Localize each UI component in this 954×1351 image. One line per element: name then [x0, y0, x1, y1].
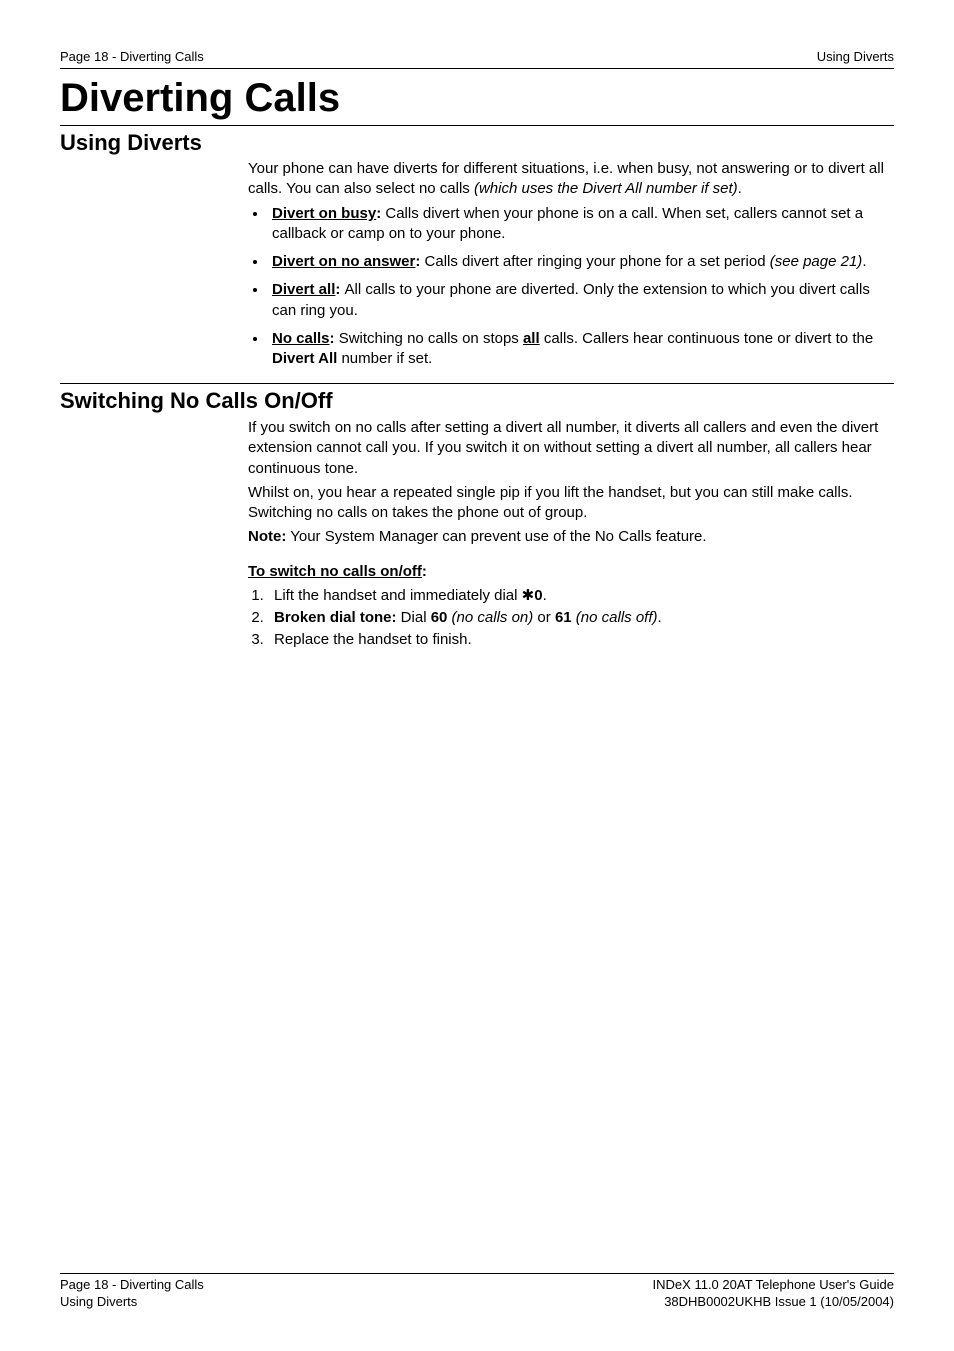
bullet-head: Divert on busy	[272, 205, 376, 222]
page-footer: Page 18 - Diverting Calls Using Diverts …	[60, 1273, 894, 1311]
bullet-divert-all: Divert all: All calls to your phone are …	[268, 280, 894, 321]
bullet-text: All calls to your phone are diverted. On…	[272, 281, 870, 318]
section2-para2: Whilst on, you hear a repeated single pi…	[248, 483, 894, 524]
section-heading-using-diverts: Using Diverts	[60, 128, 894, 158]
step2-em2: (no calls off)	[572, 609, 658, 626]
step1-post: .	[543, 587, 547, 604]
bullet-text-em: (see page 21)	[770, 253, 863, 270]
header-right: Using Diverts	[817, 48, 894, 66]
header-left: Page 18 - Diverting Calls	[60, 48, 204, 66]
bullet-divert-all-word: Divert All	[272, 350, 337, 367]
bullet-divert-on-no-answer: Divert on no answer: Calls divert after …	[268, 252, 894, 272]
step2-b1: Broken dial tone:	[274, 609, 397, 626]
page-header: Page 18 - Diverting Calls Using Diverts	[60, 48, 894, 69]
procedure-heading: To switch no calls on/off:	[248, 562, 894, 582]
bullet-colon: :	[376, 205, 385, 222]
section1-bullets: Divert on busy: Calls divert when your p…	[268, 204, 894, 370]
step2-b2: 60	[431, 609, 448, 626]
bullet-no-calls: No calls: Switching no calls on stops al…	[268, 329, 894, 370]
step-3: Replace the handset to finish.	[268, 630, 894, 650]
note-label: Note:	[248, 528, 286, 545]
footer-left-line1: Page 18 - Diverting Calls	[60, 1276, 204, 1294]
bullet-text-pre: Calls divert after ringing your phone fo…	[425, 253, 770, 270]
footer-right: INDeX 11.0 20AT Telephone User's Guide 3…	[653, 1276, 894, 1311]
bullet-colon: :	[330, 330, 339, 347]
step1-pre: Lift the handset and immediately dial	[274, 587, 522, 604]
bullet-colon: :	[415, 253, 424, 270]
section1-body: Your phone can have diverts for differen…	[248, 159, 894, 369]
step3-text: Replace the handset to finish.	[274, 631, 472, 648]
bullet-divert-on-busy: Divert on busy: Calls divert when your p…	[268, 204, 894, 245]
footer-right-line2: 38DHB0002UKHB Issue 1 (10/05/2004)	[653, 1293, 894, 1311]
footer-left: Page 18 - Diverting Calls Using Diverts	[60, 1276, 204, 1311]
step2-em1: (no calls on)	[447, 609, 533, 626]
step-1: Lift the handset and immediately dial ✱0…	[268, 586, 894, 606]
procedure-heading-colon: :	[422, 563, 427, 580]
step2-post: .	[658, 609, 662, 626]
step2-b3: 61	[555, 609, 572, 626]
section2-body: If you switch on no calls after setting …	[248, 418, 894, 651]
step2-mid1: Dial	[397, 609, 431, 626]
section2-para1: If you switch on no calls after setting …	[248, 418, 894, 479]
bullet-text-post: .	[862, 253, 866, 270]
section1-intro: Your phone can have diverts for differen…	[248, 159, 894, 200]
section2-note: Note: Your System Manager can prevent us…	[248, 527, 894, 547]
step2-mid2: or	[533, 609, 555, 626]
section1-intro-em: (which uses the Divert All number if set…	[474, 180, 738, 197]
star-icon: ✱	[522, 587, 535, 604]
bullet-text-pre: Switching no calls on stops	[339, 330, 523, 347]
step-2: Broken dial tone: Dial 60 (no calls on) …	[268, 608, 894, 628]
procedure-heading-text: To switch no calls on/off	[248, 563, 422, 580]
bullet-text-post: number if set.	[337, 350, 432, 367]
bullet-head: Divert all	[272, 281, 335, 298]
section1-intro-tail: .	[738, 180, 742, 197]
bullet-all-word: all	[523, 330, 540, 347]
page-container: Page 18 - Diverting Calls Using Diverts …	[0, 0, 954, 1351]
procedure-steps: Lift the handset and immediately dial ✱0…	[268, 586, 894, 651]
page-title: Diverting Calls	[60, 71, 894, 126]
bullet-head: No calls	[272, 330, 330, 347]
note-text: Your System Manager can prevent use of t…	[286, 528, 706, 545]
footer-right-line1: INDeX 11.0 20AT Telephone User's Guide	[653, 1276, 894, 1294]
step1-b: 0	[534, 587, 542, 604]
section-heading-switching-no-calls: Switching No Calls On/Off	[60, 386, 894, 416]
section2-wrap: Switching No Calls On/Off If you switch …	[60, 383, 894, 650]
bullet-head: Divert on no answer	[272, 253, 415, 270]
bullet-colon: :	[335, 281, 344, 298]
bullet-text-mid: calls. Callers hear continuous tone or d…	[540, 330, 874, 347]
footer-left-line2: Using Diverts	[60, 1293, 204, 1311]
